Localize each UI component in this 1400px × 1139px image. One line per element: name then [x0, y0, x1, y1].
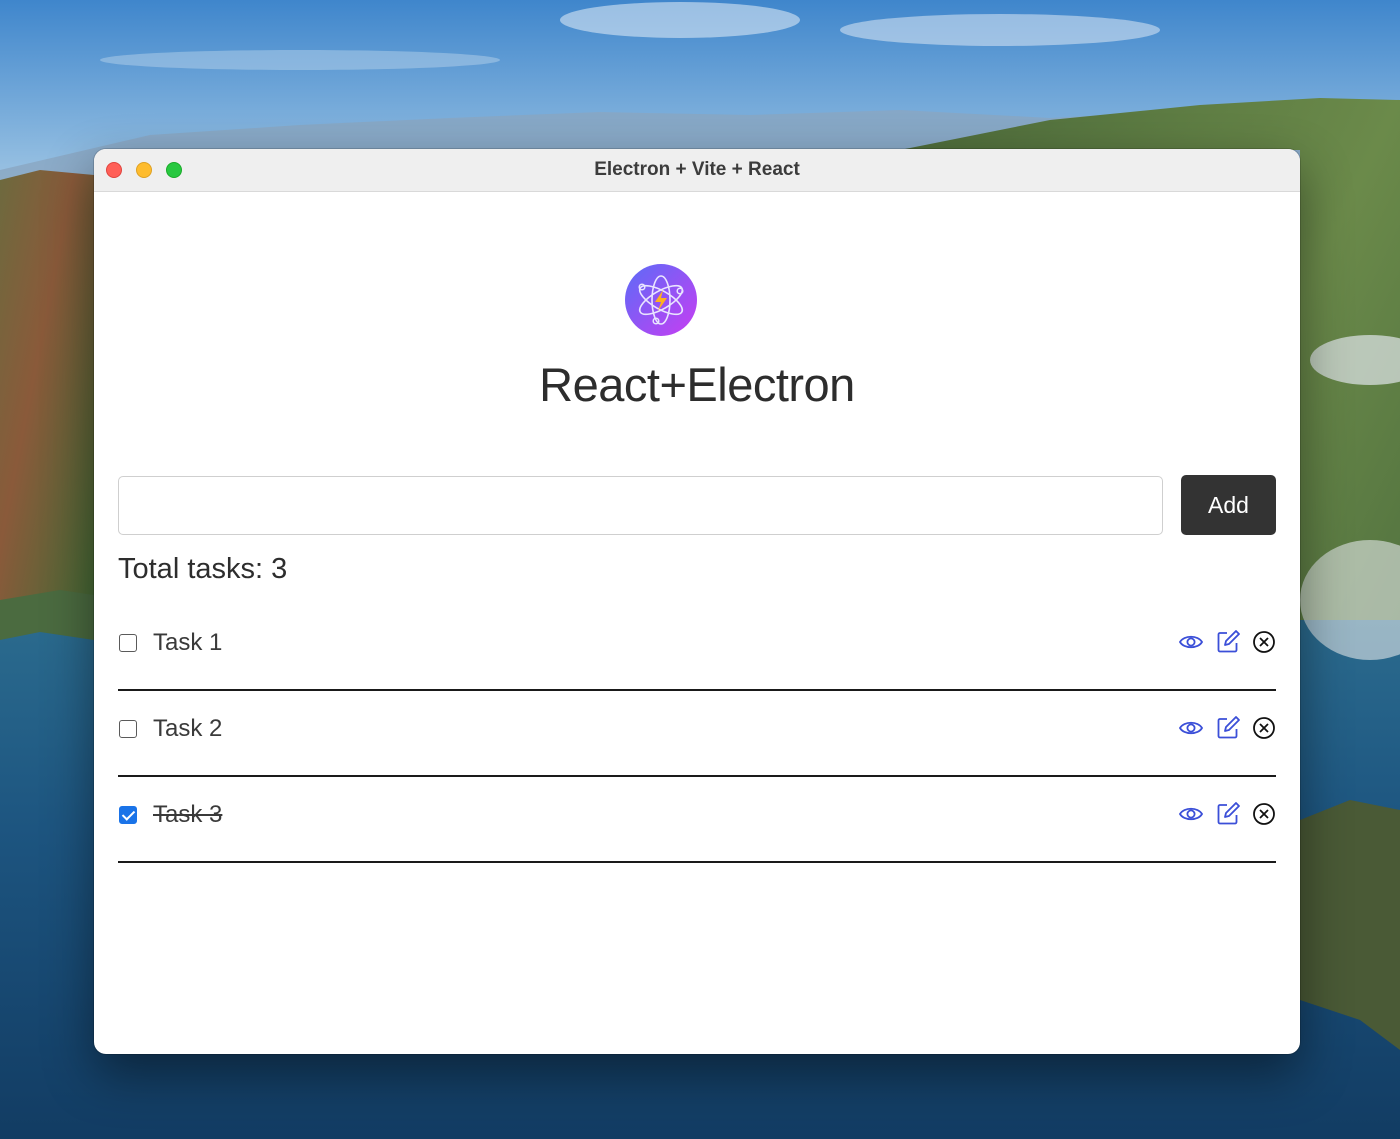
task-label: Task 1: [153, 629, 223, 656]
eye-icon[interactable]: [1178, 801, 1204, 827]
task-label: Task 3: [153, 801, 223, 828]
task-row: Task 2: [118, 691, 1276, 777]
edit-icon[interactable]: [1215, 629, 1241, 655]
task-input[interactable]: [118, 476, 1163, 535]
task-label: Task 2: [153, 715, 223, 742]
total-tasks-label: Total tasks: 3: [118, 553, 288, 585]
edit-icon[interactable]: [1215, 715, 1241, 741]
electron-vite-logo-icon: [625, 264, 697, 336]
delete-circle-icon[interactable]: [1251, 801, 1277, 827]
add-task-button[interactable]: Add: [1181, 475, 1276, 535]
task-checkbox[interactable]: [119, 634, 137, 652]
task-checkbox[interactable]: [119, 720, 137, 738]
app-heading: React+Electron: [539, 358, 855, 411]
title-bar[interactable]: Electron + Vite + React: [94, 149, 1300, 192]
task-row: Task 1: [118, 605, 1276, 691]
task-checkbox[interactable]: [119, 806, 137, 824]
window-title: Electron + Vite + React: [594, 159, 800, 180]
app-window: Electron + Vite + React React+Electron A…: [94, 149, 1300, 1054]
eye-icon[interactable]: [1178, 715, 1204, 741]
delete-circle-icon[interactable]: [1251, 715, 1277, 741]
delete-circle-icon[interactable]: [1251, 629, 1277, 655]
edit-icon[interactable]: [1215, 801, 1241, 827]
task-row: Task 3: [118, 777, 1276, 863]
eye-icon[interactable]: [1178, 629, 1204, 655]
